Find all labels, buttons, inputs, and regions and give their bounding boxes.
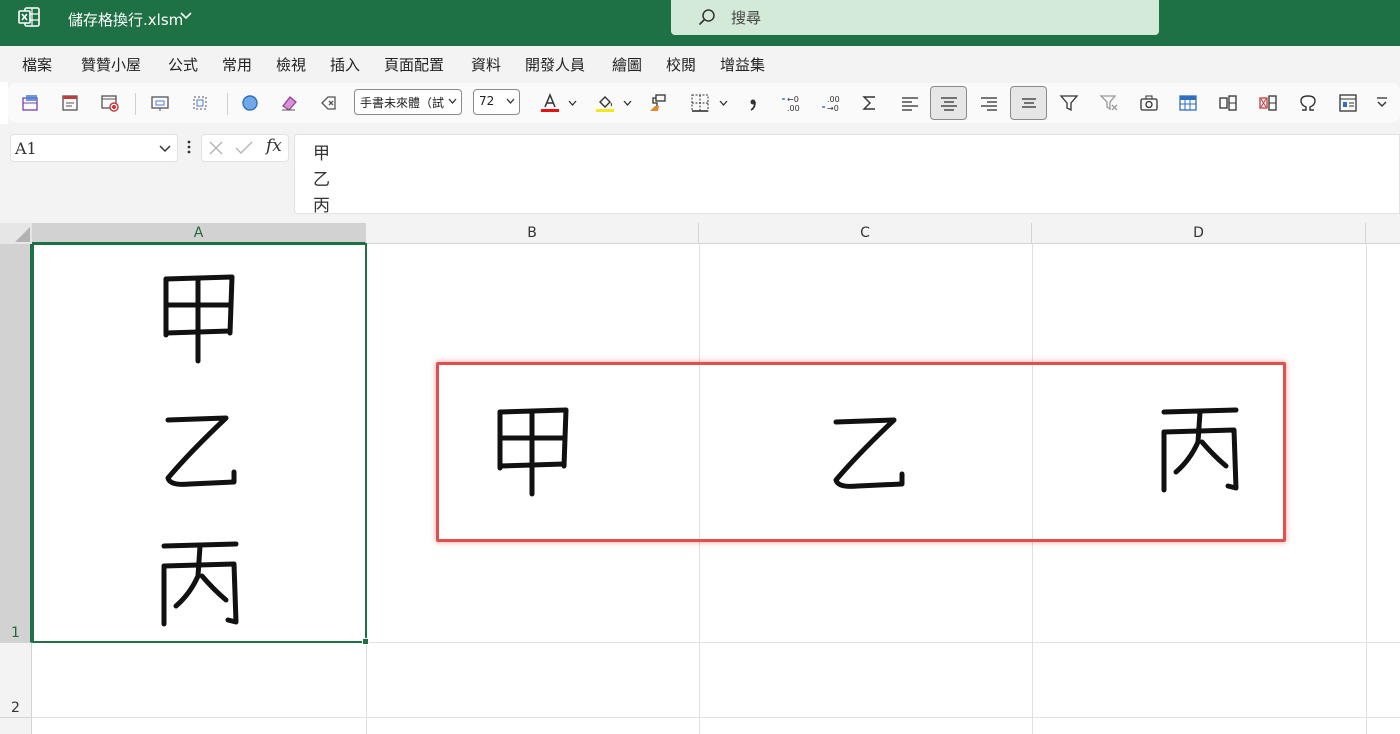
chevron-down-icon[interactable] (180, 11, 192, 21)
svg-text:.00: .00 (827, 95, 840, 104)
font-color-icon[interactable] (538, 91, 562, 115)
toolbar-divider (135, 93, 136, 115)
formula-line: 丙 (313, 196, 330, 216)
chevron-down-icon (506, 98, 515, 104)
format-painter-icon[interactable] (645, 91, 669, 115)
menu-home[interactable]: 常用 (222, 54, 252, 75)
row-header-2[interactable]: 2 (0, 643, 32, 718)
file-name[interactable]: 儲存格換行.xlsm (68, 9, 183, 30)
font-name-dropdown[interactable]: 手書未來體（試 (354, 89, 462, 115)
record-macro-icon[interactable] (98, 91, 122, 115)
column-header-c[interactable]: C (699, 223, 1032, 244)
font-size-value: 72 (479, 94, 495, 108)
align-center-icon[interactable] (937, 91, 961, 115)
formula-input[interactable]: 甲 乙 丙 (294, 134, 1400, 216)
select-objects-icon[interactable] (188, 91, 212, 115)
cancel-icon[interactable] (208, 140, 224, 156)
chevron-down-icon[interactable] (568, 99, 577, 107)
formula-bar-area: A1 fx 甲 乙 丙 (0, 124, 1400, 223)
chevron-down-icon[interactable] (159, 144, 171, 153)
title-bar: 儲存格換行.xlsm 搜尋 (0, 0, 1400, 46)
search-box[interactable]: 搜尋 (671, 0, 1159, 35)
clear-formats-icon[interactable] (317, 91, 341, 115)
chevron-down-icon[interactable] (719, 99, 728, 107)
row-header-1[interactable]: 1 (0, 244, 32, 643)
toolbar: 手書未來體（試 72 ←0.00 .00 →0 (8, 82, 1400, 124)
menu-addins[interactable]: 增益集 (720, 54, 765, 75)
form-control-icon[interactable] (148, 91, 172, 115)
shape-circle-icon[interactable] (238, 91, 262, 115)
column-header-e[interactable] (1366, 223, 1400, 244)
column-header-b[interactable]: B (366, 223, 699, 244)
gridline (32, 717, 1400, 718)
format-as-table-icon[interactable] (1176, 91, 1200, 115)
increase-decimal-icon[interactable]: .00 →0 (818, 91, 842, 115)
delete-cells-icon[interactable] (1256, 91, 1280, 115)
row-number: 1 (11, 625, 20, 641)
toolbar-options-icon[interactable] (1370, 91, 1394, 115)
properties-icon[interactable] (1336, 91, 1360, 115)
column-header-a[interactable]: A (32, 223, 366, 244)
menu-view[interactable]: 檢視 (276, 54, 306, 75)
formula-line: 甲 (313, 144, 330, 164)
menu-draw[interactable]: 繪圖 (612, 54, 642, 75)
search-icon (698, 9, 715, 26)
menu-developer[interactable]: 開發人員 (525, 54, 585, 75)
excel-icon[interactable] (18, 6, 40, 28)
align-left-icon[interactable] (898, 91, 922, 115)
menu-bar: 檔案 贊贊小屋 公式 常用 檢視 插入 頁面配置 資料 開發人員 繪圖 校閱 增… (0, 46, 1400, 82)
chevron-down-icon[interactable] (623, 99, 632, 107)
report-icon[interactable] (58, 91, 82, 115)
insert-cells-icon[interactable] (1216, 91, 1240, 115)
align-right-icon[interactable] (977, 91, 1001, 115)
formula-buttons: fx (201, 134, 289, 162)
menu-zanzan[interactable]: 贊贊小屋 (81, 54, 141, 75)
autosum-icon[interactable] (858, 91, 882, 115)
comma-style-icon[interactable] (741, 91, 765, 115)
name-box-value: A1 (15, 139, 37, 158)
decrease-decimal-icon[interactable]: ←0.00 (778, 91, 802, 115)
camera-icon[interactable] (1137, 91, 1161, 115)
highlight-annotation-box (436, 362, 1286, 542)
menu-file[interactable]: 檔案 (22, 54, 52, 75)
filter-icon[interactable] (1057, 91, 1081, 115)
toolbar-strip: 手書未來體（試 72 ←0.00 .00 →0 (8, 83, 1400, 123)
middle-align-icon[interactable] (1017, 91, 1041, 115)
symbol-omega-icon[interactable] (1296, 91, 1320, 115)
column-header-d[interactable]: D (1032, 223, 1366, 244)
name-box[interactable]: A1 (10, 134, 178, 162)
borders-icon[interactable] (688, 91, 712, 115)
search-input[interactable]: 搜尋 (731, 7, 761, 28)
fill-color-icon[interactable] (593, 91, 617, 115)
svg-text:←0: ←0 (787, 95, 799, 104)
pivot-table-icon[interactable] (18, 91, 42, 115)
more-options-icon[interactable] (187, 140, 191, 154)
gridline (1366, 244, 1367, 734)
menu-page-layout[interactable]: 頁面配置 (384, 54, 444, 75)
font-name-value: 手書未來體（試 (360, 96, 445, 110)
select-all-triangle-icon (15, 227, 30, 242)
toolbar-divider (227, 93, 228, 115)
insert-function-button[interactable]: fx (266, 136, 282, 156)
menu-insert[interactable]: 插入 (330, 54, 360, 75)
row-header-3[interactable] (0, 718, 32, 734)
clear-filter-icon[interactable] (1097, 91, 1121, 115)
formula-line: 乙 (313, 170, 330, 190)
chevron-down-icon (448, 98, 457, 104)
menu-formulas[interactable]: 公式 (168, 54, 198, 75)
fill-handle[interactable] (362, 638, 369, 645)
svg-text:.00: .00 (787, 104, 800, 113)
enter-check-icon[interactable] (235, 140, 253, 156)
eraser-icon[interactable] (277, 91, 301, 115)
menu-review[interactable]: 校閱 (666, 54, 696, 75)
select-all-button[interactable] (0, 223, 32, 244)
active-cell-border (32, 243, 367, 643)
font-size-dropdown[interactable]: 72 (473, 89, 520, 115)
menu-data[interactable]: 資料 (471, 54, 501, 75)
row-number: 2 (11, 700, 20, 716)
svg-text:→0: →0 (827, 104, 839, 113)
